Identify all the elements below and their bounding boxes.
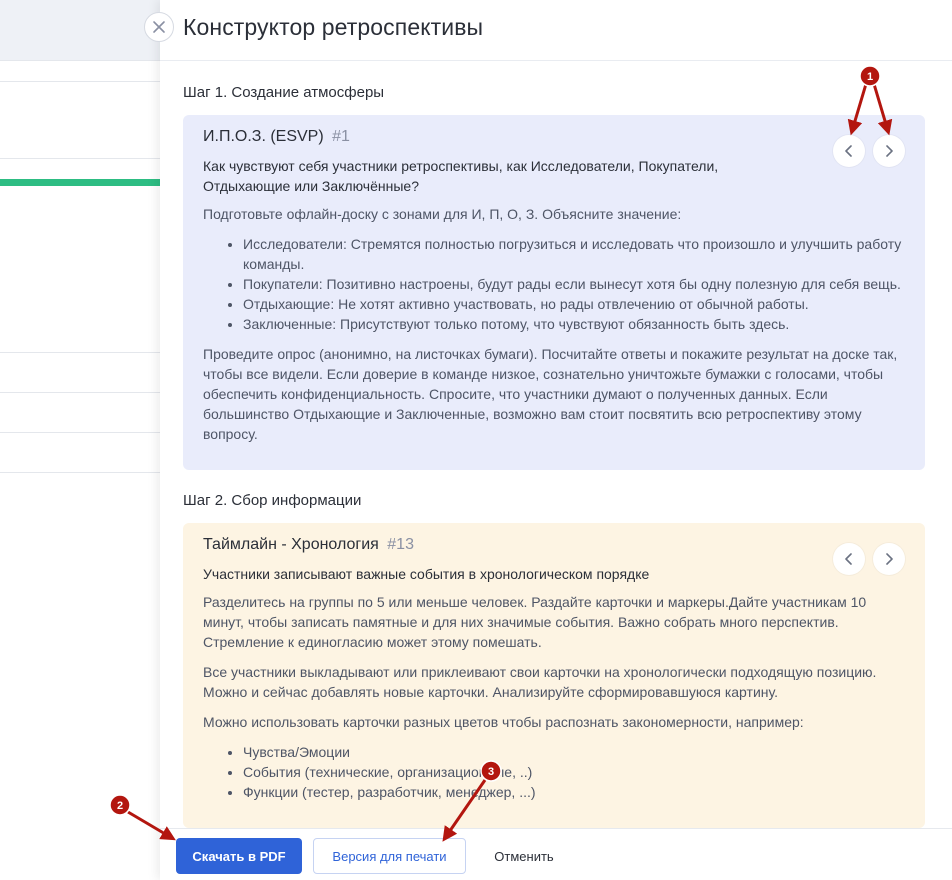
- list-item: Функции (тестер, разработчик, менеджер, …: [243, 782, 905, 802]
- chevron-right-icon: [886, 145, 893, 157]
- background-progress-bar: [0, 179, 160, 186]
- print-version-button[interactable]: Версия для печати: [313, 838, 466, 874]
- background-divider: [0, 392, 160, 393]
- activity-nav: [833, 135, 905, 167]
- chevron-right-icon: [886, 553, 893, 565]
- cancel-button[interactable]: Отменить: [478, 838, 570, 874]
- list-item: Исследователи: Стремятся полностью погру…: [243, 234, 905, 274]
- next-activity-button[interactable]: [873, 135, 905, 167]
- activity-name: Таймлайн - Хронология: [203, 536, 379, 553]
- drawer-content: Шаг 1. Создание атмосферы И.П.О.З. (ESVP…: [183, 60, 925, 828]
- step-1-heading: Шаг 1. Создание атмосферы: [183, 84, 385, 101]
- list-item: Чувства/Эмоции: [243, 742, 905, 762]
- activity-question: Как чувствуют себя участники ретроспекти…: [203, 158, 719, 194]
- activity-bullet-list: Исследователи: Стремятся полностью погру…: [243, 234, 905, 334]
- drawer-title: Конструктор ретроспективы: [183, 14, 484, 40]
- list-item: Отдыхающие: Не хотят активно участвовать…: [243, 294, 905, 314]
- previous-activity-button[interactable]: [833, 135, 865, 167]
- list-item: События (технические, организационные, .…: [243, 762, 905, 782]
- background-divider: [0, 432, 160, 433]
- background-divider: [0, 81, 160, 82]
- activity-title: И.П.О.З. (ESVP) #1: [203, 128, 905, 146]
- drawer-footer: Скачать в PDF Версия для печати Отменить: [160, 828, 952, 880]
- download-pdf-button[interactable]: Скачать в PDF: [176, 838, 302, 874]
- activity-name: И.П.О.З. (ESVP): [203, 128, 324, 145]
- retrospective-builder-drawer: Конструктор ретроспективы Шаг 1. Создани…: [144, 0, 952, 880]
- list-item: Заключенные: Присутствуют только потому,…: [243, 314, 905, 334]
- next-activity-button[interactable]: [873, 543, 905, 575]
- background-page: [0, 0, 160, 880]
- activity-number: #13: [387, 536, 414, 553]
- activity-paragraph: Все участники выкладывают или приклеиваю…: [203, 664, 877, 700]
- background-header: [0, 0, 160, 61]
- activity-question: Участники записывают важные события в хр…: [203, 566, 650, 582]
- chevron-left-icon: [845, 145, 852, 157]
- activity-card-step-1: И.П.О.З. (ESVP) #1 Как чувствуют себя уч…: [183, 115, 925, 470]
- activity-title: Таймлайн - Хронология #13: [203, 536, 905, 554]
- activity-outro: Проведите опрос (анонимно, на листочках …: [203, 346, 898, 442]
- background-divider: [0, 158, 160, 159]
- step-2-heading: Шаг 2. Сбор информации: [183, 492, 362, 509]
- list-item: Покупатели: Позитивно настроены, будут р…: [243, 274, 905, 294]
- chevron-left-icon: [845, 553, 852, 565]
- activity-nav: [833, 543, 905, 575]
- close-button[interactable]: [144, 12, 174, 42]
- background-divider: [0, 352, 160, 353]
- activity-paragraph: Разделитесь на группы по 5 или меньше че…: [203, 594, 867, 650]
- activity-card-step-2: Таймлайн - Хронология #13 Участники запи…: [183, 523, 925, 828]
- background-divider: [0, 472, 160, 473]
- close-icon: [153, 21, 165, 33]
- activity-bullet-list: Чувства/Эмоции События (технические, орг…: [243, 742, 905, 802]
- previous-activity-button[interactable]: [833, 543, 865, 575]
- activity-intro: Подготовьте офлайн-доску с зонами для И,…: [203, 206, 682, 222]
- activity-number: #1: [332, 128, 350, 145]
- activity-paragraph: Можно использовать карточки разных цвето…: [203, 714, 804, 730]
